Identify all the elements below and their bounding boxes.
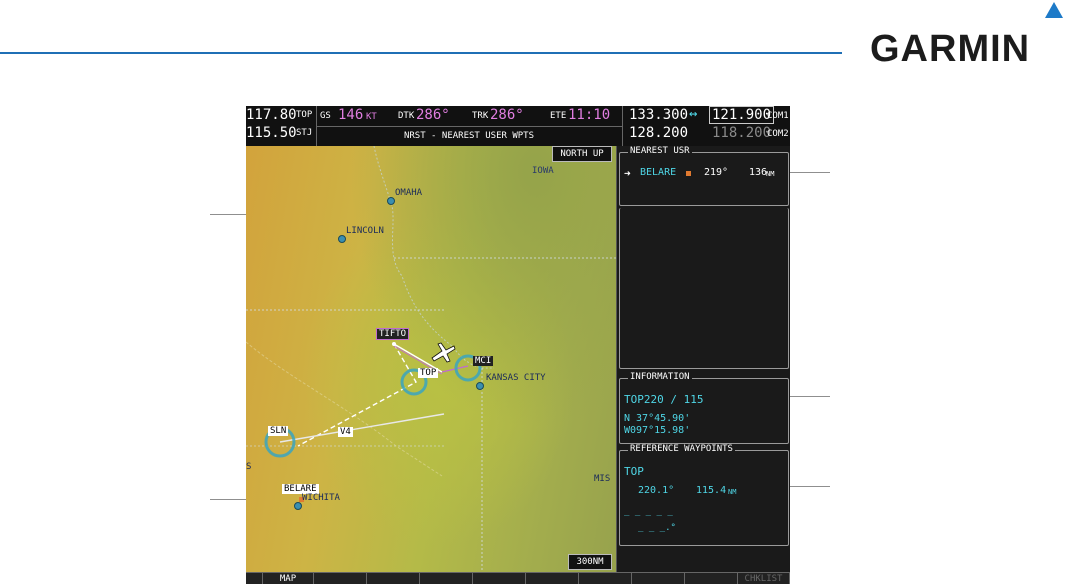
label-omaha: OMAHA	[395, 188, 423, 198]
nearest-bearing: 219°	[704, 167, 729, 178]
page-title-box: NRST - NEAREST USER WPTS	[316, 126, 622, 147]
nearest-user-title: NEAREST USR	[628, 146, 692, 156]
softkey-checklist[interactable]: CHKLIST	[738, 573, 790, 584]
information-longitude: W097°15.98'	[624, 425, 691, 436]
kansas-city-dot	[476, 382, 484, 390]
gs-label: GS	[320, 111, 331, 121]
nearest-user-panel: NEAREST USR ➜ BELARE 219° 136 NM	[619, 146, 789, 206]
label-top[interactable]: TOP	[418, 368, 439, 378]
dtk-label: DTK	[398, 111, 415, 121]
garmin-logo: GARMIN	[870, 2, 1070, 70]
north-up-indicator[interactable]: NORTH UP	[552, 146, 612, 162]
garmin-delta-icon	[1045, 2, 1063, 18]
information-panel: INFORMATION TOP220 / 115 N 37°45.90' W09…	[619, 372, 789, 444]
dtk-value: 286°	[416, 107, 450, 123]
active-arrow-icon: ➜	[624, 167, 631, 180]
com2-active[interactable]: 118.200	[712, 125, 771, 141]
com-frequency-box[interactable]: 133.300 ↔ 121.900 COM1 128.200 118.200 C…	[622, 106, 790, 146]
nav1-frequency[interactable]: 117.80	[246, 107, 297, 123]
wichita-dot	[294, 502, 302, 510]
gs-value: 146	[338, 107, 364, 123]
callout-line-nearest	[790, 172, 830, 173]
information-radial: TOP220 / 115	[624, 393, 704, 406]
nearest-ident: BELARE	[640, 167, 677, 178]
swap-icon[interactable]: ↔	[689, 106, 697, 122]
reference-bearing: 220.1°	[638, 485, 675, 496]
garmin-wordmark: GARMIN	[870, 28, 1031, 70]
softkey-5[interactable]	[420, 573, 473, 584]
nav-frequency-box[interactable]: 117.80 TOP 115.50 STJ	[246, 106, 317, 146]
gs-unit: KT	[366, 112, 377, 122]
lincoln-dot	[338, 235, 346, 243]
information-title: INFORMATION	[628, 372, 692, 382]
label-wichita: WICHITA	[302, 493, 340, 503]
label-iowa: IOWA	[532, 166, 554, 176]
nav2-ident: STJ	[296, 128, 313, 138]
label-sln[interactable]: SLN	[268, 426, 289, 436]
label-lincoln: LINCOLN	[346, 226, 384, 236]
right-side-panels: NEAREST USR ➜ BELARE 219° 136 NM INFORMA…	[616, 146, 790, 572]
softkey-bar: MAP CHKLIST	[246, 572, 790, 584]
callout-line-information	[790, 396, 830, 397]
label-v4: V4	[338, 427, 353, 437]
softkey-3[interactable]	[314, 573, 367, 584]
page-title: NRST - NEAREST USER WPTS	[403, 131, 535, 141]
navigation-data-bar: GS 146 KT DTK 286° TRK 286° ETE 11:10 NR…	[316, 106, 622, 146]
trk-value: 286°	[490, 107, 524, 123]
nav2-frequency[interactable]: 115.50	[246, 125, 297, 141]
reference-ident[interactable]: TOP	[624, 465, 644, 478]
softkey-9[interactable]	[632, 573, 685, 584]
com1-standby[interactable]: 133.300	[629, 107, 688, 123]
softkey-8[interactable]	[579, 573, 632, 584]
com2-standby[interactable]: 128.200	[629, 125, 688, 141]
reference-blank-ident[interactable]: _ _ _ _ _	[624, 507, 673, 517]
softkey-4[interactable]	[367, 573, 420, 584]
top-status-bar: 117.80 TOP 115.50 STJ GS 146 KT DTK 286°…	[246, 106, 790, 146]
nearest-distance: 136	[749, 167, 768, 178]
label-kansas-city: KANSAS CITY	[486, 373, 546, 383]
label-mci[interactable]: MCI	[473, 356, 494, 366]
ete-value: 11:10	[568, 107, 611, 123]
callout-line-reference	[790, 486, 830, 487]
reference-blank-values: _ _ _.°	[638, 523, 676, 533]
softkey-1[interactable]	[246, 573, 263, 584]
navigation-map[interactable]: IOWA OMAHA LINCOLN TIFTO MCI KANSAS CITY…	[246, 146, 616, 572]
map-range-scale[interactable]: 300NM	[568, 554, 612, 570]
com2-label: COM2	[767, 129, 789, 139]
label-mis: MIS	[594, 474, 611, 484]
nearest-user-row[interactable]: ➜ BELARE 219° 136 NM	[620, 165, 788, 181]
header-rule	[0, 52, 842, 54]
ete-label: ETE	[550, 111, 567, 121]
user-waypoint-icon	[686, 171, 691, 176]
tifto-dot	[392, 342, 396, 346]
map-overlay	[246, 146, 616, 572]
com1-label: COM1	[767, 111, 789, 121]
reference-waypoints-panel: REFERENCE WAYPOINTS TOP 220.1° 115.4 NM …	[619, 444, 789, 546]
omaha-dot	[387, 197, 395, 205]
nav1-ident: TOP	[296, 110, 313, 120]
softkey-6[interactable]	[473, 573, 526, 584]
nearest-distance-unit: NM	[766, 170, 775, 178]
mfd-screen: 117.80 TOP 115.50 STJ GS 146 KT DTK 286°…	[246, 106, 790, 584]
trk-label: TRK	[472, 111, 489, 121]
flight-plan-line	[297, 343, 417, 447]
softkey-map[interactable]: MAP	[263, 573, 314, 584]
com1-active[interactable]: 121.900	[709, 106, 775, 124]
reference-waypoints-title: REFERENCE WAYPOINTS	[628, 444, 735, 454]
reference-distance: 115.4	[696, 485, 727, 496]
airway-v4	[279, 413, 445, 443]
label-s: S	[246, 462, 252, 472]
label-tifto[interactable]: TIFTO	[376, 328, 410, 340]
information-latitude: N 37°45.90'	[624, 413, 691, 424]
reference-distance-unit: NM	[728, 488, 737, 496]
softkey-10[interactable]	[685, 573, 738, 584]
nearest-list-area	[619, 208, 789, 369]
softkey-7[interactable]	[526, 573, 579, 584]
